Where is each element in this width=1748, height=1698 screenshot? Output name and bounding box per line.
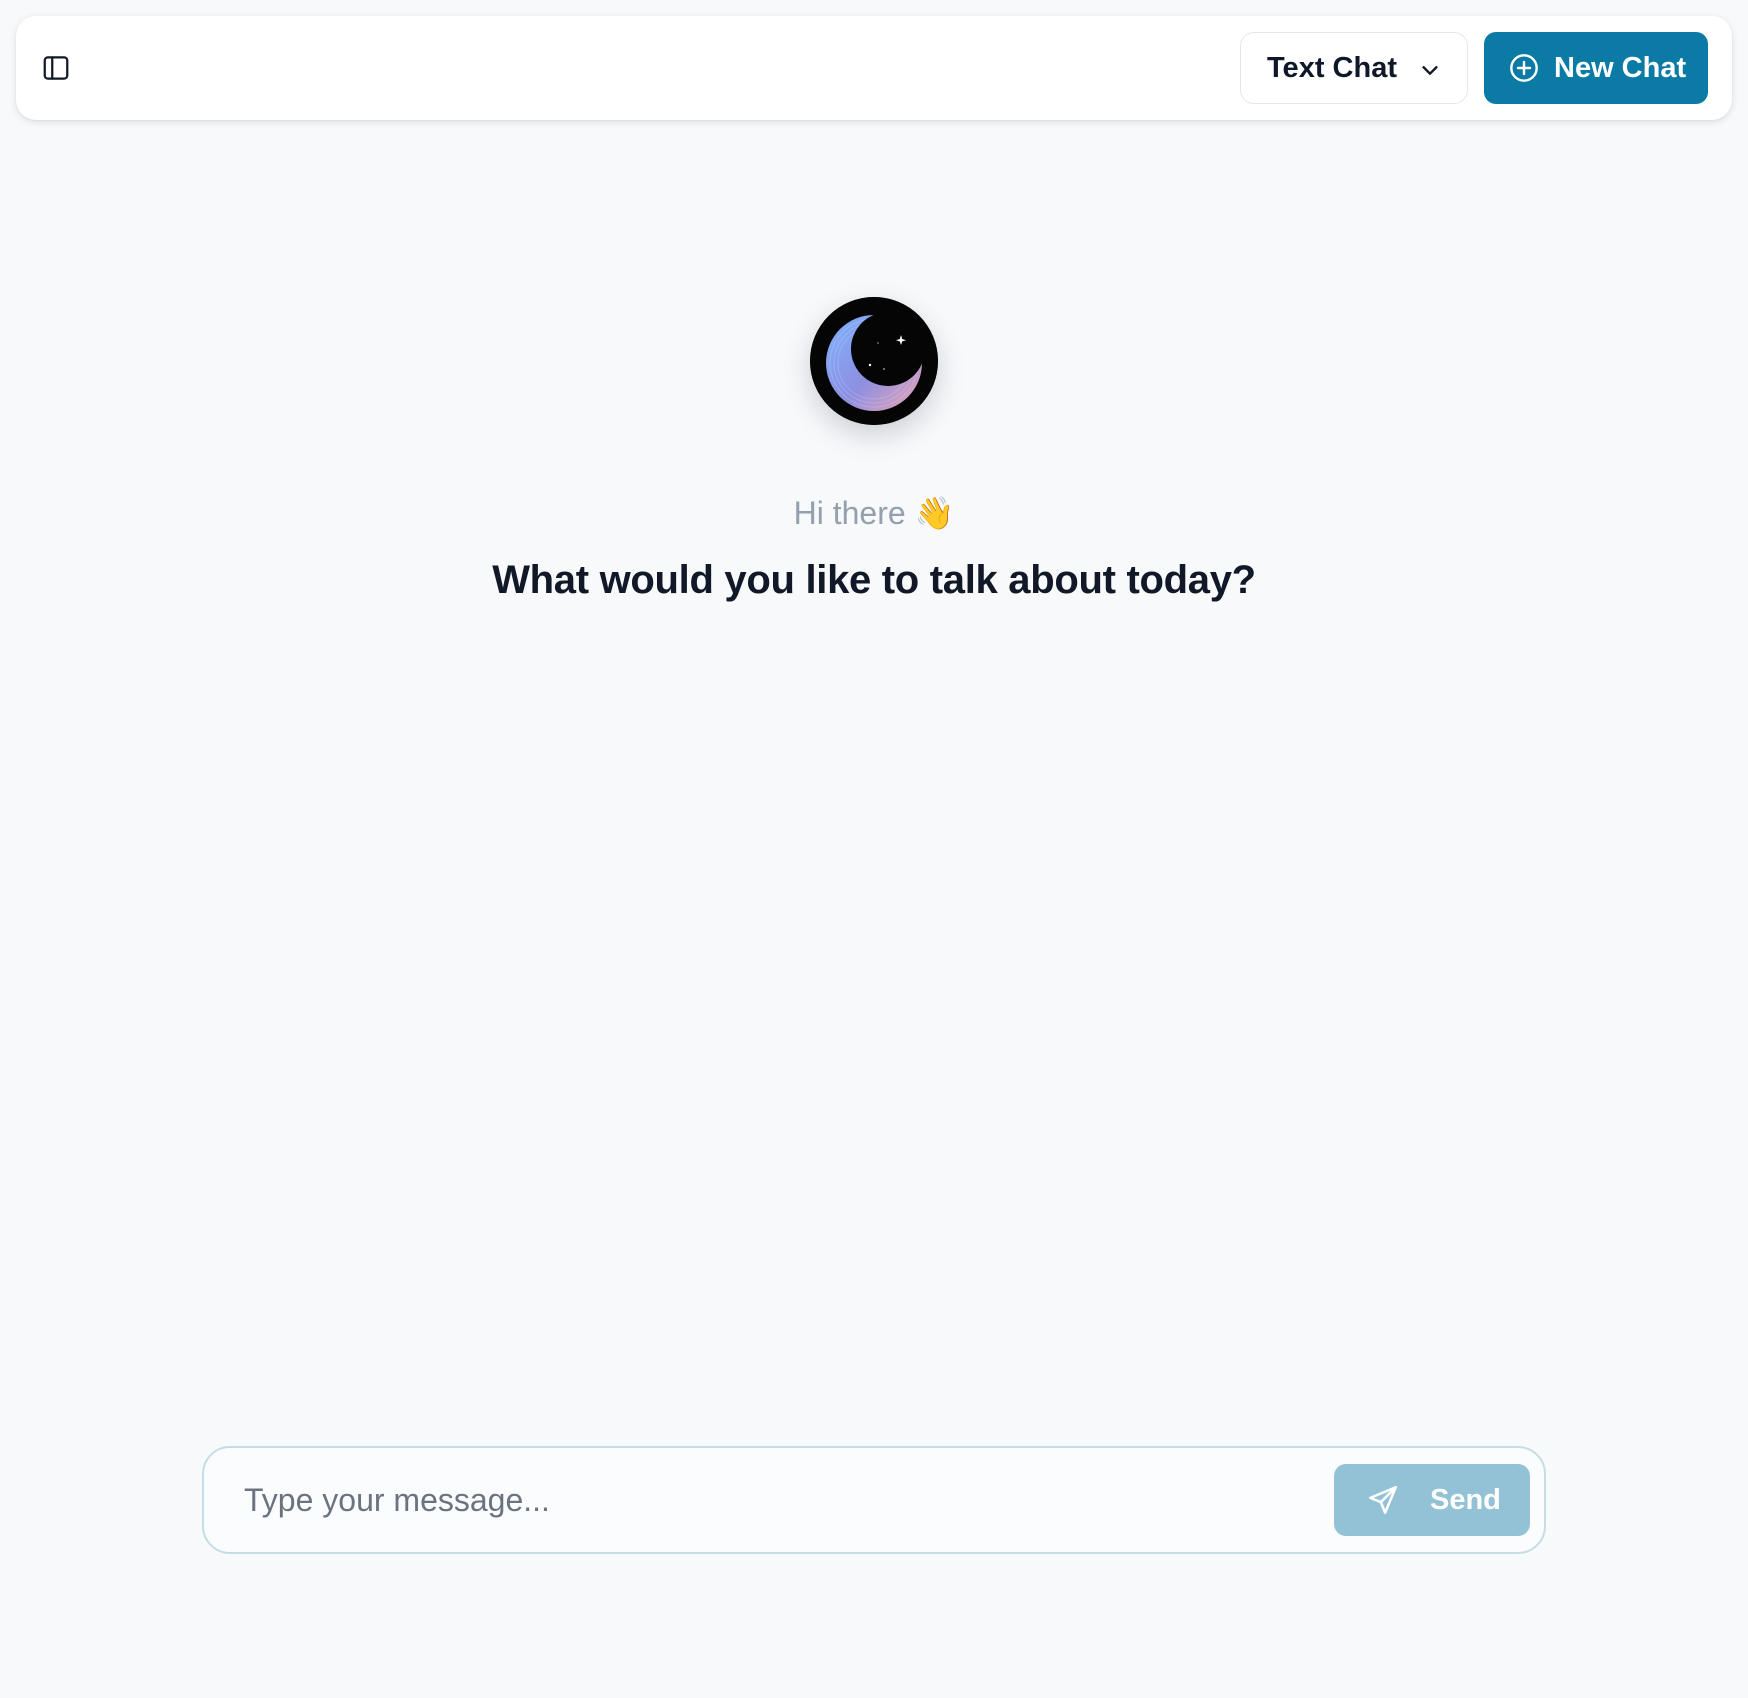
chat-mode-selected-label: Text Chat: [1267, 51, 1397, 84]
message-composer: Send: [202, 1446, 1546, 1554]
crescent-moon-logo: [810, 297, 938, 425]
new-chat-label: New Chat: [1554, 51, 1687, 84]
chevron-down-icon: [1419, 59, 1441, 81]
new-chat-button[interactable]: New Chat: [1484, 32, 1708, 104]
welcome-headline: What would you like to talk about today?: [492, 558, 1256, 602]
send-plane-icon: [1366, 1483, 1400, 1517]
top-bar: Text Chat New Chat: [16, 16, 1732, 120]
send-label: Send: [1430, 1483, 1501, 1516]
plus-circle-icon: [1508, 52, 1540, 84]
assistant-avatar: [810, 297, 938, 425]
sidebar-panel-icon: [43, 56, 69, 80]
send-button[interactable]: Send: [1334, 1464, 1530, 1536]
chat-mode-select[interactable]: Text Chat: [1240, 32, 1468, 104]
greeting-text: Hi there 👋: [793, 495, 955, 531]
message-input[interactable]: [244, 1476, 1304, 1524]
sidebar-toggle-button[interactable]: [36, 48, 76, 88]
